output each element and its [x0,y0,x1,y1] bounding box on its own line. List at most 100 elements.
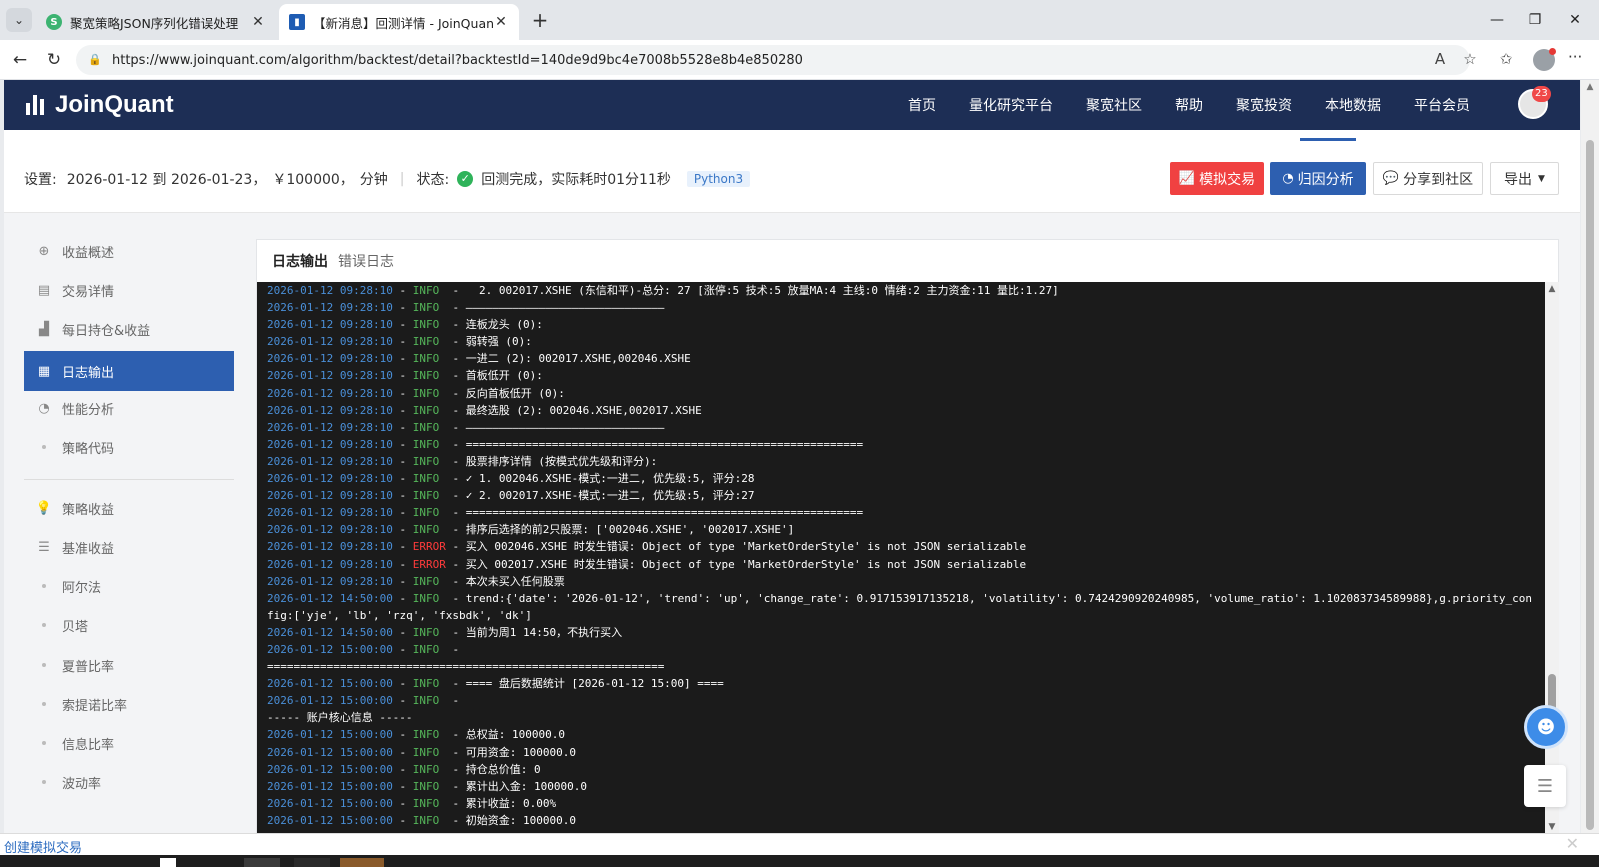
sidebar-item-volatility[interactable]: 波动率 [24,762,234,802]
share-to-community-button[interactable]: 💬 分享到社区 [1373,162,1483,195]
sidebar-item-label: 基准收益 [62,541,115,557]
bullet-icon [42,663,46,667]
read-aloud-icon[interactable]: A [1430,50,1450,68]
list-menu-icon[interactable]: ☰ [1524,765,1566,807]
log-panel-tabs: 日志输出 错误日志 [257,240,1558,282]
minimize-icon[interactable]: — [1482,8,1512,32]
page-scroll-up-icon[interactable]: ▲ [1581,82,1599,92]
nav-help[interactable]: 帮助 [1175,95,1203,115]
create-simulation-link[interactable]: 创建模拟交易 [4,837,82,856]
sidebar-item-positions[interactable]: ▟ 每日持仓&收益 [24,309,234,349]
taskbar [0,855,1599,867]
simulate-trade-button[interactable]: 📈 模拟交易 [1170,162,1264,195]
dashboard-icon: ⊕ [38,243,50,259]
log-line: 2026-01-12 09:28:10 - INFO - 2. 002017.X… [267,284,1059,297]
attribution-analysis-button[interactable]: ◔ 归因分析 [1270,162,1366,195]
log-line: 2026-01-12 15:00:00 - INFO - [267,694,466,708]
tab-actions-menu-icon[interactable]: ⌄ [6,8,32,32]
browser-tab-1[interactable]: S 聚宽策略JSON序列化错误处理 ✕ [36,4,276,40]
nav-research[interactable]: 量化研究平台 [969,95,1053,115]
nav-membership[interactable]: 平台会员 [1414,95,1470,115]
sidebar-item-label: 信息比率 [62,737,115,753]
log-timestamp: 2026-01-12 15:00:00 [267,745,393,759]
tab-close-icon[interactable]: ✕ [493,14,509,30]
log-message: 一进二 (2): 002017.XSHE,002046.XSHE [465,352,691,366]
log-console[interactable]: 2026-01-12 09:28:10 - INFO - 2. 002017.X… [257,282,1545,834]
log-level: INFO [412,301,440,315]
settings-frequency: 分钟 [359,172,388,188]
log-scrollbar[interactable]: ▲ ▼ [1545,282,1559,834]
url-field[interactable]: 🔒 https://www.joinquant.com/algorithm/ba… [76,45,1470,75]
restore-icon[interactable]: ❐ [1520,8,1550,32]
log-level: INFO [412,352,440,366]
log-message: —————————————————————————————— [465,301,665,315]
log-timestamp: 2026-01-12 15:00:00 [267,677,393,691]
log-level: INFO [412,489,440,503]
sidebar-item-sortino[interactable]: 索提诺比率 [24,684,234,724]
sidebar-item-benchmark-return[interactable]: ☰ 基准收益 [24,527,234,567]
comment-icon: 💬 [1382,171,1400,186]
sidebar-item-beta[interactable]: 贝塔 [24,605,234,645]
sidebar-item-label: 每日持仓&收益 [62,323,151,339]
sidebar-item-sharpe[interactable]: 夏普比率 [24,645,234,685]
nav-local-data[interactable]: 本地数据 [1325,95,1381,115]
log-level: INFO [412,420,440,434]
settings-label: 设置: [24,172,57,188]
new-tab-icon[interactable]: + [528,8,552,32]
sidebar-item-label: 贝塔 [62,619,89,635]
sidebar-item-overview[interactable]: ⊕ 收益概述 [24,231,234,271]
logo-text: JoinQuant [55,91,174,118]
reload-icon[interactable]: ↻ [42,48,66,72]
pie-chart-icon: ◔ [1282,171,1294,186]
pie-icon: ◔ [38,400,50,416]
sidebar-item-trades[interactable]: ▤ 交易详情 [24,270,234,310]
log-message: 持仓总价值: 0 [465,762,541,776]
nav-home[interactable]: 首页 [908,95,936,115]
bullet-icon [42,584,46,588]
favorite-star-icon[interactable]: ☆ [1460,50,1480,68]
log-timestamp: 2026-01-12 09:28:10 [267,489,393,503]
log-timestamp: 2026-01-12 09:28:10 [267,557,393,571]
page-scrollbar[interactable]: ▲ [1581,80,1599,833]
log-level: INFO [412,762,440,776]
sidebar-item-code[interactable]: 策略代码 [24,427,234,467]
customer-service-icon[interactable]: ☻ [1524,705,1568,749]
share-label: 分享到社区 [1403,171,1474,188]
status-label: 状态: [416,172,450,188]
log-message: 总权益: 100000.0 [465,728,565,742]
log-message: 连板龙头 (0): [465,318,543,332]
sidebar-item-performance[interactable]: ◔ 性能分析 [24,388,234,428]
log-level: INFO [412,591,440,605]
log-timestamp: 2026-01-12 15:00:00 [267,642,393,656]
page-scroll-thumb[interactable] [1586,140,1594,830]
log-timestamp: 2026-01-12 09:28:10 [267,284,393,297]
joinquant-logo[interactable]: JoinQuant [26,90,174,120]
sidebar-item-logs[interactable]: ▦ 日志输出 [24,351,234,391]
export-dropdown-button[interactable]: 导出 ▼ [1490,162,1559,195]
log-line: 2026-01-12 09:28:10 - INFO - 一进二 (2): 00… [267,352,691,366]
tab-log-output[interactable]: 日志输出 [272,251,328,271]
favorites-icon[interactable]: ✩ [1496,50,1516,68]
notification-badge: 23 [1532,86,1551,102]
tab-error-log[interactable]: 错误日志 [338,251,394,271]
close-icon[interactable]: ✕ [1566,834,1579,853]
sidebar-item-info-ratio[interactable]: 信息比率 [24,723,234,763]
back-icon[interactable]: ← [8,48,32,72]
scroll-up-icon[interactable]: ▲ [1545,284,1559,294]
tab-close-icon[interactable]: ✕ [250,14,266,30]
sidebar-item-label: 性能分析 [62,402,115,418]
browser-tab-2[interactable]: ▮ 【新消息】回测详情 - JoinQuant ✕ [279,4,519,40]
nav-invest[interactable]: 聚宽投资 [1236,95,1292,115]
log-line: ----- 账户核心信息 ----- [267,709,1535,726]
sidebar-item-alpha[interactable]: 阿尔法 [24,566,234,606]
top-nav: 首页 量化研究平台 聚宽社区 帮助 聚宽投资 本地数据 平台会员 [875,80,1470,130]
sidebar-item-strategy-return[interactable]: 💡 策略收益 [24,488,234,528]
close-icon[interactable]: ✕ [1560,8,1590,32]
caret-down-icon: ▼ [1538,173,1545,184]
more-menu-icon[interactable]: ··· [1568,48,1582,66]
log-level: INFO [412,506,440,520]
scroll-down-icon[interactable]: ▼ [1545,822,1559,832]
nav-community[interactable]: 聚宽社区 [1086,95,1142,115]
log-message: ✓ 1. 002046.XSHE-模式:一进二, 优先级:5, 评分:28 [465,472,755,486]
log-timestamp: 2026-01-12 09:28:10 [267,437,393,451]
